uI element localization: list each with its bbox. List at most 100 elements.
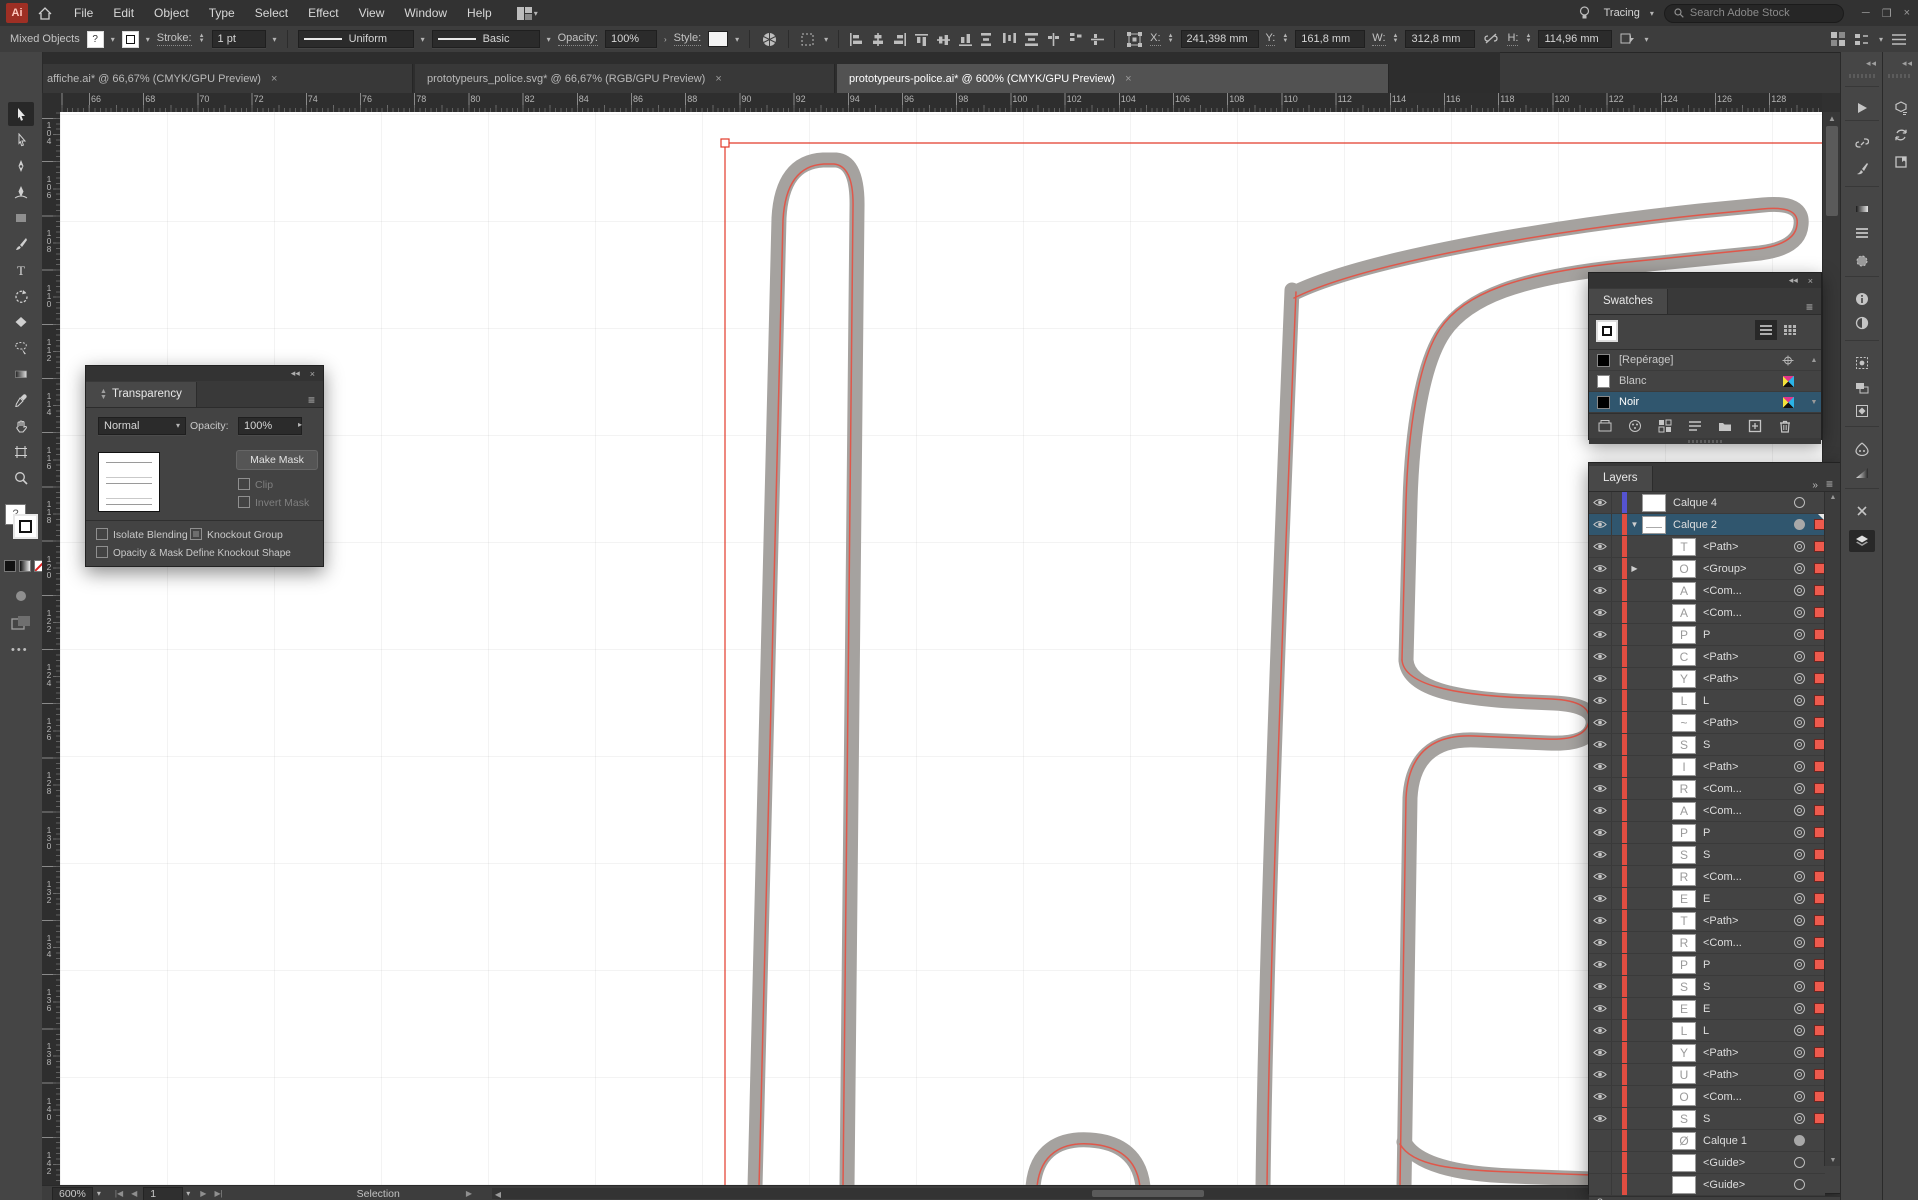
h-stepper[interactable]: ▲ ▼ xyxy=(1525,33,1531,44)
selection-column[interactable] xyxy=(1805,761,1825,772)
layer-thumbnail[interactable]: P xyxy=(1672,955,1696,974)
target-icon[interactable] xyxy=(1794,761,1805,772)
layer-thumbnail[interactable]: O xyxy=(1672,1087,1696,1106)
target-icon[interactable] xyxy=(1794,1025,1805,1036)
opacity-slider-icon[interactable]: ▸ xyxy=(298,420,302,429)
align-right-icon[interactable] xyxy=(893,32,907,46)
search-adobe-stock[interactable]: Search Adobe Stock xyxy=(1663,3,1844,23)
selection-column[interactable] xyxy=(1805,585,1825,596)
eye-toggle[interactable] xyxy=(1589,668,1612,689)
stroke-weight-value[interactable]: 1 pt xyxy=(211,30,266,48)
selection-column[interactable] xyxy=(1805,1091,1825,1102)
align-vcenter-icon[interactable] xyxy=(937,33,951,46)
opacity-value[interactable]: 100% xyxy=(604,30,657,48)
align-hcenter-icon[interactable] xyxy=(871,32,884,46)
stroke-icon[interactable] xyxy=(1849,222,1875,244)
layer-row-28[interactable]: O <Com... xyxy=(1589,1086,1825,1108)
draw-behind-icon[interactable] xyxy=(10,614,32,632)
eye-toggle[interactable] xyxy=(1589,1152,1612,1173)
fill-proxy[interactable]: ? xyxy=(86,30,104,48)
eraser-tool[interactable] xyxy=(8,310,34,334)
layer-thumbnail[interactable] xyxy=(1672,1175,1696,1194)
bbox-handle[interactable] xyxy=(720,138,730,148)
artboard-tool[interactable] xyxy=(8,440,34,464)
layer-thumbnail[interactable]: A xyxy=(1672,603,1696,622)
hand-tool[interactable] xyxy=(8,414,34,438)
layer-thumbnail[interactable]: Y xyxy=(1672,669,1696,688)
gradient-tool[interactable] xyxy=(8,362,34,386)
target-icon[interactable] xyxy=(1794,805,1805,816)
document-tab-1[interactable]: affiche.ai* @ 66,67% (CMYK/GPU Preview) × xyxy=(35,64,413,93)
swatch-row-1[interactable]: [Repérage] ▲ xyxy=(1589,350,1821,371)
target-icon[interactable] xyxy=(1794,1047,1805,1058)
w-stepper[interactable]: ▲ ▼ xyxy=(1393,33,1399,44)
selection-tool[interactable] xyxy=(8,102,34,126)
stroke-chevron-icon[interactable]: ▾ xyxy=(146,35,150,44)
prev-artboard-icon[interactable]: ◀ xyxy=(131,1189,137,1198)
target-icon[interactable] xyxy=(1794,563,1805,574)
canvas[interactable] xyxy=(60,112,1822,1185)
swatches-resize-grip[interactable] xyxy=(1589,438,1821,444)
eye-toggle[interactable] xyxy=(1589,844,1612,865)
hscroll-thumb[interactable] xyxy=(1092,1190,1204,1197)
layer-thumbnail[interactable]: I xyxy=(1672,757,1696,776)
tab-transparency[interactable]: ▲ ▼ Transparency xyxy=(86,382,197,407)
layer-row-4[interactable]: ▶ O <Group> xyxy=(1589,558,1825,580)
play-icon[interactable] xyxy=(1849,97,1875,119)
horizontal-ruler[interactable]: 66 68 70 72 74 76 78 80 82 84 86 88 90 92 94 96 98 100 102… xyxy=(60,93,1822,113)
eye-toggle[interactable] xyxy=(1589,646,1612,667)
layer-thumbnail[interactable]: R xyxy=(1672,867,1696,886)
layer-row-25[interactable]: LL xyxy=(1589,1020,1825,1042)
layer-thumbnail[interactable]: P xyxy=(1672,823,1696,842)
x-stepper[interactable]: ▲ ▼ xyxy=(1168,33,1174,44)
opacity-chevron-icon[interactable]: › xyxy=(664,35,667,44)
layer-thumbnail[interactable]: S xyxy=(1672,1109,1696,1128)
home-icon[interactable] xyxy=(36,4,54,22)
layer-thumbnail[interactable] xyxy=(1642,515,1666,534)
knockout-group-checkbox[interactable]: Knockout Group xyxy=(190,528,283,541)
dock-outer-grip[interactable] xyxy=(1888,74,1912,78)
eye-toggle[interactable] xyxy=(1589,690,1612,711)
eye-toggle[interactable] xyxy=(1589,624,1612,645)
select-similar-chevron-icon[interactable]: ▾ xyxy=(824,35,828,44)
swatch-row-3[interactable]: Noir ▼ xyxy=(1589,392,1821,413)
eye-toggle[interactable] xyxy=(1589,1086,1612,1107)
layer-thumbnail[interactable]: Y xyxy=(1672,1043,1696,1062)
menu-effect[interactable]: Effect xyxy=(298,0,348,26)
target-icon[interactable] xyxy=(1794,871,1805,882)
layer-thumbnail[interactable]: S xyxy=(1672,735,1696,754)
layer-row-6[interactable]: A <Com... xyxy=(1589,602,1825,624)
target-icon[interactable] xyxy=(1794,1157,1805,1168)
document-setup-icon[interactable] xyxy=(760,30,778,48)
tracing-dropdown[interactable]: Tracing xyxy=(1604,7,1640,19)
zoom-tool[interactable] xyxy=(8,466,34,490)
selection-column[interactable] xyxy=(1805,981,1825,992)
stroke-weight-chevron-icon[interactable]: ▾ xyxy=(273,35,277,44)
layer-thumbnail[interactable]: T xyxy=(1672,537,1696,556)
eye-toggle[interactable] xyxy=(1589,1108,1612,1129)
eye-toggle[interactable] xyxy=(1589,1042,1612,1063)
layer-row-2[interactable]: ▼ Calque 2 xyxy=(1589,514,1825,536)
style-chevron-icon[interactable]: ▾ xyxy=(735,35,739,44)
eye-toggle[interactable] xyxy=(1589,756,1612,777)
selection-column[interactable] xyxy=(1805,871,1825,882)
swatches-menu-icon[interactable]: ≡ xyxy=(1806,300,1821,314)
new-swatch-icon[interactable] xyxy=(1743,416,1767,436)
eyedropper-tool[interactable] xyxy=(8,388,34,412)
menu-help[interactable]: Help xyxy=(457,0,502,26)
eye-toggle[interactable] xyxy=(1589,954,1612,975)
layer-row-30[interactable]: Ø Calque 1 xyxy=(1589,1130,1825,1152)
color-button[interactable] xyxy=(4,560,16,572)
h-value[interactable]: 114,96 mm xyxy=(1538,30,1613,48)
layer-thumbnail[interactable]: O xyxy=(1672,559,1696,578)
target-icon[interactable] xyxy=(1794,1069,1805,1080)
layers-scrollbar[interactable]: ▲ ▼ xyxy=(1824,492,1841,1166)
symbols-icon[interactable] xyxy=(1849,400,1875,422)
swatches-stroke-proxy[interactable] xyxy=(1598,322,1616,340)
brush-select[interactable]: Basic xyxy=(431,30,540,48)
workspace-switcher-icon[interactable] xyxy=(516,4,534,22)
dist-left-icon[interactable] xyxy=(1047,32,1060,46)
opacity-label[interactable]: Opacity: xyxy=(557,32,598,46)
graphic-styles-icon[interactable] xyxy=(1849,377,1875,399)
selection-column[interactable] xyxy=(1805,629,1825,640)
